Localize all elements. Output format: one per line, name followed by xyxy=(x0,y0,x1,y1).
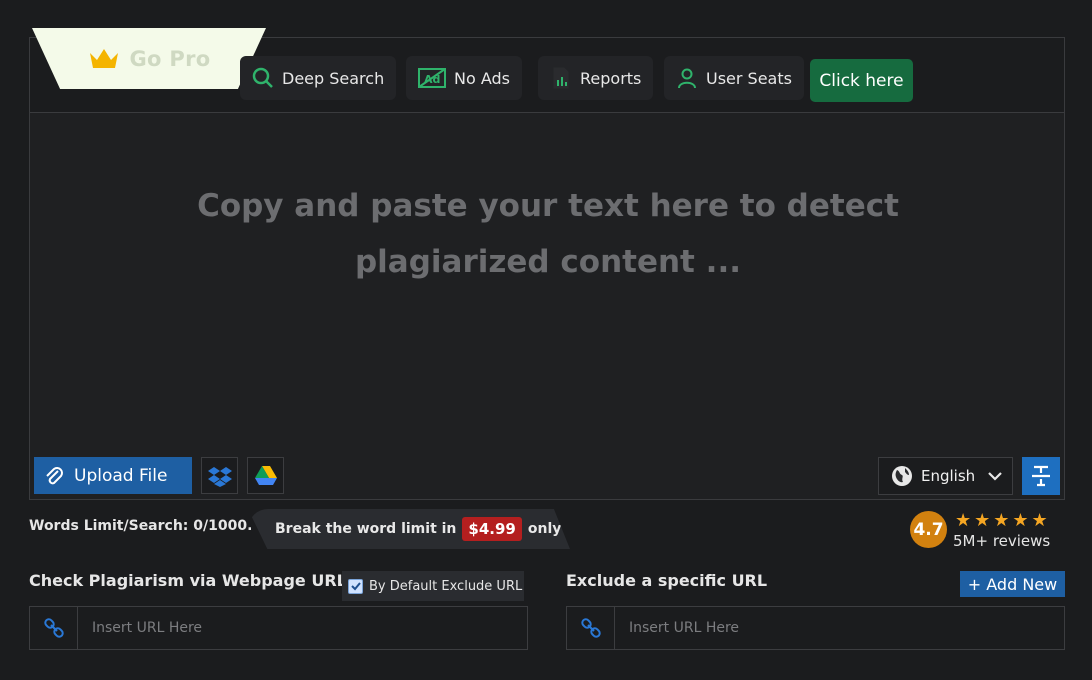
feature-label: Deep Search xyxy=(282,68,385,88)
upload-label: Upload File xyxy=(74,465,168,486)
go-pro-label: Go Pro xyxy=(129,46,211,71)
dropbox-icon xyxy=(207,466,232,487)
url-check-field xyxy=(29,606,528,650)
reviews-count: 5M+ reviews xyxy=(953,532,1051,550)
feature-user-seats[interactable]: User Seats xyxy=(664,56,804,100)
no-ads-icon: Ad xyxy=(418,68,446,88)
crown-icon xyxy=(89,48,118,68)
feature-label: Reports xyxy=(580,68,642,88)
language-label: English xyxy=(921,467,976,485)
url-check-title: Check Plagiarism via Webpage URL xyxy=(29,571,347,590)
text-strikethrough-icon xyxy=(1032,465,1050,487)
exclude-url-checkbox[interactable]: By Default Exclude URL xyxy=(342,571,524,601)
go-pro-tab[interactable]: Go Pro xyxy=(32,28,266,89)
globe-icon xyxy=(892,466,912,486)
checkbox-checked-icon[interactable] xyxy=(348,578,363,594)
chevron-down-icon xyxy=(988,472,1002,481)
strikethrough-button[interactable] xyxy=(1022,457,1060,495)
google-drive-icon xyxy=(254,465,277,485)
rating-score: 4.7 xyxy=(910,511,947,548)
words-limit-text: Words Limit/Search: 0/1000. xyxy=(29,518,253,534)
feature-label: No Ads xyxy=(454,68,510,88)
feature-no-ads[interactable]: Ad No Ads xyxy=(406,56,522,100)
star-rating-icon: ★★★★★ xyxy=(955,510,1051,531)
dropbox-button[interactable] xyxy=(201,457,238,494)
feature-label: User Seats xyxy=(706,68,792,88)
upload-file-button[interactable]: Upload File xyxy=(34,457,192,494)
search-icon xyxy=(252,67,273,88)
language-select[interactable]: English xyxy=(878,457,1013,495)
link-icon xyxy=(567,607,615,649)
user-icon xyxy=(678,68,696,89)
break-limit-text: Break the word limit in xyxy=(275,521,457,537)
text-editor[interactable]: Go Pro Deep Search Ad No Ads Reports Use… xyxy=(29,28,1065,500)
url-exclude-title: Exclude a specific URL xyxy=(566,571,768,590)
url-check-input[interactable] xyxy=(78,620,518,636)
price-badge: $4.99 xyxy=(462,517,522,541)
link-icon xyxy=(30,607,78,649)
add-new-button[interactable]: + Add New xyxy=(960,571,1065,597)
only-text: only xyxy=(527,521,562,537)
google-drive-button[interactable] xyxy=(247,457,284,494)
rating-widget: 4.7 ★★★★★ 5M+ reviews xyxy=(910,510,1070,550)
click-here-button[interactable]: Click here xyxy=(810,59,913,102)
feature-reports[interactable]: Reports xyxy=(538,56,654,100)
paperclip-icon xyxy=(46,466,63,484)
report-icon xyxy=(553,67,569,89)
exclude-url-label: By Default Exclude URL xyxy=(369,578,523,594)
url-exclude-field xyxy=(566,606,1065,650)
editor-placeholder: Copy and paste your text here to detect … xyxy=(197,188,899,280)
pro-features-bar: Go Pro Deep Search Ad No Ads Reports Use… xyxy=(30,28,1064,113)
break-limit-banner[interactable]: Break the word limit in $4.99 only xyxy=(248,509,570,549)
url-exclude-input[interactable] xyxy=(615,620,1055,636)
feature-deep-search[interactable]: Deep Search xyxy=(240,56,397,100)
